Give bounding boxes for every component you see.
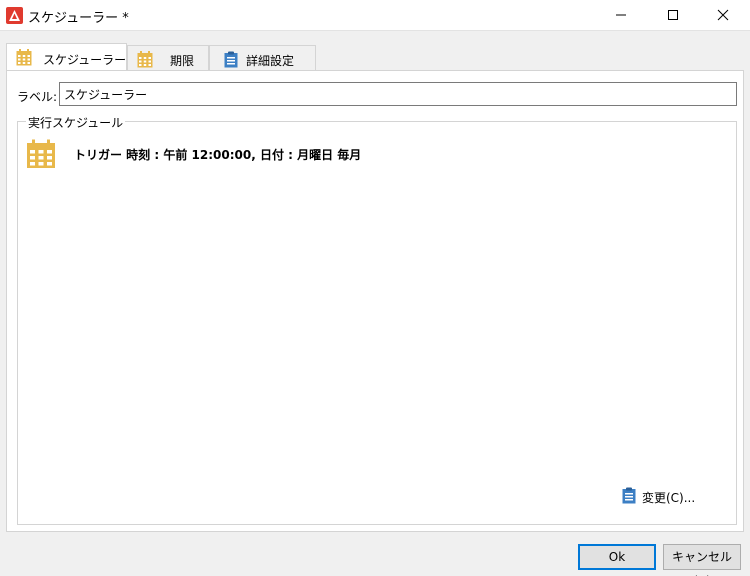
clipboard-icon	[622, 487, 636, 507]
ok-button[interactable]: Ok	[578, 544, 656, 570]
close-button[interactable]	[700, 0, 746, 31]
trigger-description: トリガー 時刻 : 午前 12:00:00, 日付 : 月曜日 毎月	[74, 148, 362, 162]
calendar-icon	[137, 51, 153, 71]
maximize-button[interactable]	[650, 0, 696, 31]
tab-advanced-settings[interactable]: 詳細設定	[209, 45, 316, 71]
cancel-button[interactable]: キャンセル(A)	[663, 544, 741, 576]
tab-label: 詳細設定	[246, 54, 295, 68]
schedule-group: 実行スケジュール トリガー 時刻 : 午前 12:00:00, 日付 : 月曜日…	[17, 114, 737, 525]
clipboard-icon	[224, 51, 238, 71]
minimize-button[interactable]	[598, 0, 644, 31]
group-title: 実行スケジュール	[26, 114, 126, 131]
calendar-icon	[16, 49, 32, 69]
calendar-icon	[26, 139, 56, 172]
label-caption: ラベル:	[17, 90, 58, 104]
tab-panel: ラベル: スケジューラー 実行スケジュール トリガー 時刻 : 午前 12:00…	[6, 70, 744, 532]
tab-label: 期限	[170, 54, 195, 68]
change-link-label: 変更(C)...	[642, 491, 696, 505]
tab-label: スケジューラー	[43, 53, 127, 67]
title-bar: スケジューラー *	[0, 0, 750, 31]
tab-scheduler[interactable]: スケジューラー	[6, 43, 127, 71]
label-input[interactable]: スケジューラー	[59, 82, 737, 106]
tab-deadline[interactable]: 期限	[127, 45, 209, 71]
window-title: スケジューラー *	[28, 11, 129, 26]
app-logo-icon	[6, 7, 23, 24]
